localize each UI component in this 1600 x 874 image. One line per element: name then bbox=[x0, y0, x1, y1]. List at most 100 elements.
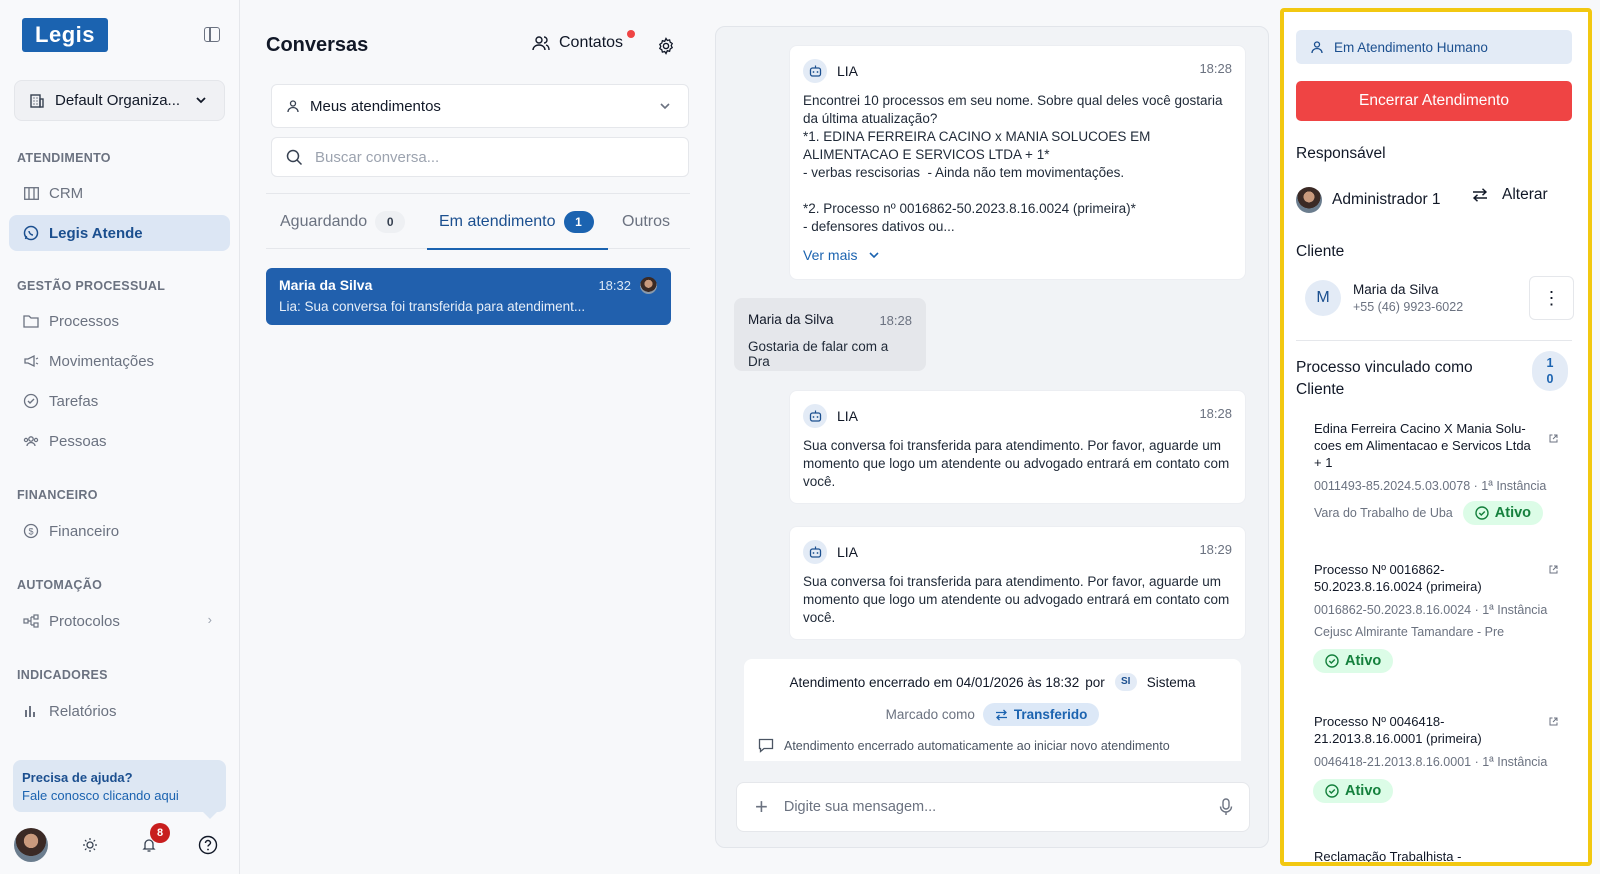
sidebar: Legis Default Organiza... ATENDIMENTO CR… bbox=[0, 0, 240, 874]
message-author: LIA bbox=[837, 63, 859, 79]
process-number: 0046418-21.2013.8.16.0001 · 1ª Instância bbox=[1314, 755, 1548, 769]
alterar-label: Alterar bbox=[1502, 186, 1548, 203]
end-attendance-button[interactable]: Encerrar Atendimento bbox=[1296, 81, 1572, 121]
microphone-icon[interactable] bbox=[1219, 798, 1233, 816]
help-link[interactable]: Fale conosco clicando aqui bbox=[22, 788, 217, 803]
message-placeholder: Digite sua mensagem... bbox=[783, 799, 937, 815]
process-number: 0011493-85.2024.5.03.0078 · 1ª Instância bbox=[1314, 479, 1547, 493]
alterar-button[interactable]: Alterar bbox=[1472, 186, 1548, 204]
building-icon bbox=[30, 93, 44, 108]
process-item[interactable]: Processo Nº 0046418-21.2013.8.16.0001 (p… bbox=[1313, 713, 1564, 803]
external-link-icon[interactable] bbox=[1549, 565, 1558, 574]
chat-panel: LIA 18:28 Encontrei 10 processos em seu … bbox=[715, 26, 1269, 848]
sidebar-item-movimentacoes[interactable]: Movimentações bbox=[9, 343, 230, 379]
attendance-filter-select[interactable]: Meus atendimentos bbox=[271, 84, 689, 128]
conversation-preview: Lia: Sua conversa foi transferida para a… bbox=[279, 299, 586, 314]
check-circle-icon bbox=[1475, 506, 1489, 520]
process-item[interactable]: Reclamação Trabalhista - bbox=[1314, 848, 1564, 864]
contatos-button[interactable]: Contatos bbox=[532, 30, 635, 52]
sidebar-item-crm[interactable]: CRM bbox=[9, 175, 230, 211]
sidebar-item-label: Movimentações bbox=[49, 352, 155, 370]
tab-outros[interactable]: Outros bbox=[622, 194, 670, 249]
bot-icon bbox=[803, 59, 827, 83]
process-item[interactable]: Processo Nº 0016862-50.2023.8.16.0024 (p… bbox=[1313, 561, 1564, 673]
check-circle-icon bbox=[1325, 784, 1339, 798]
contatos-label: Contatos bbox=[559, 34, 624, 51]
legis-logo[interactable]: Legis bbox=[22, 18, 108, 52]
status-label: Ativo bbox=[1345, 783, 1382, 799]
contacts-icon bbox=[532, 36, 550, 51]
tab-aguardando[interactable]: Aguardando 0 bbox=[280, 194, 406, 249]
message-body: Gostaria de falar com a Dra bbox=[748, 339, 889, 369]
sidebar-item-tarefas[interactable]: Tarefas bbox=[9, 383, 230, 419]
status-badge: Em Atendimento Humano bbox=[1296, 30, 1572, 64]
search-input[interactable]: Buscar conversa... bbox=[271, 137, 689, 177]
folder-icon bbox=[23, 313, 39, 329]
page-title: Conversas bbox=[266, 34, 369, 56]
theme-sun-icon[interactable] bbox=[80, 835, 100, 855]
chevron-down-icon bbox=[196, 97, 206, 104]
user-avatar[interactable] bbox=[14, 828, 48, 862]
message-body: Encontrei 10 processos em seu nome. Sobr… bbox=[803, 93, 1223, 234]
process-item[interactable]: Edina Ferreira Cacino X Mania Solu-coes … bbox=[1314, 420, 1564, 525]
transfer-tag: Transferido bbox=[982, 703, 1100, 726]
conversation-item[interactable]: Maria da Silva 18:32 Lia: Sua conversa f… bbox=[266, 268, 671, 325]
message-body: Sua conversa foi transferida para atendi… bbox=[803, 574, 1234, 625]
sidebar-item-processos[interactable]: Processos bbox=[9, 303, 230, 339]
section-indicadores: INDICADORES bbox=[17, 668, 108, 682]
message-author: LIA bbox=[837, 544, 859, 560]
search-placeholder: Buscar conversa... bbox=[315, 148, 440, 166]
sidebar-item-label: Processos bbox=[49, 312, 120, 330]
tab-label: Em atendimento bbox=[439, 212, 556, 230]
sidebar-item-pessoas[interactable]: Pessoas bbox=[9, 423, 230, 459]
sidebar-item-relatorios[interactable]: Relatórios bbox=[9, 693, 230, 729]
plus-icon[interactable]: + bbox=[755, 794, 768, 820]
section-atendimento: ATENDIMENTO bbox=[17, 151, 111, 165]
status-badge: Ativo bbox=[1462, 501, 1544, 525]
filter-value: Meus atendimentos bbox=[310, 97, 441, 115]
gear-icon[interactable] bbox=[657, 37, 675, 55]
bot-icon bbox=[803, 540, 827, 564]
external-link-icon[interactable] bbox=[1549, 717, 1558, 726]
sidebar-item-legis-atende[interactable]: Legis Atende bbox=[9, 215, 230, 251]
message-input[interactable]: + Digite sua mensagem... bbox=[736, 782, 1250, 832]
chevron-down-icon bbox=[869, 252, 880, 259]
conversation-time: 18:32 bbox=[598, 278, 631, 293]
message-author: LIA bbox=[837, 408, 859, 424]
message-bot: LIA 18:28 Encontrei 10 processos em seu … bbox=[789, 45, 1246, 280]
whatsapp-icon bbox=[23, 225, 39, 241]
tab-em-atendimento[interactable]: Em atendimento 1 bbox=[427, 194, 607, 250]
process-title: Processo Nº 0046418-21.2013.8.16.0001 (p… bbox=[1314, 714, 1482, 746]
megaphone-icon bbox=[23, 353, 39, 369]
more-options-button[interactable]: ⋮ bbox=[1529, 276, 1574, 320]
message-body: Sua conversa foi transferida para atendi… bbox=[803, 438, 1234, 489]
sidebar-item-label: CRM bbox=[49, 184, 84, 202]
sidebar-item-financeiro[interactable]: $ Financeiro bbox=[9, 513, 230, 549]
external-link-icon[interactable] bbox=[1549, 434, 1558, 443]
help-box[interactable]: Precisa de ajuda? Fale conosco clicando … bbox=[13, 760, 226, 819]
sidebar-item-protocolos[interactable]: Protocolos › bbox=[9, 603, 230, 639]
message-time: 18:28 bbox=[1199, 406, 1232, 421]
process-title: Reclamação Trabalhista - bbox=[1314, 849, 1462, 864]
closed-note: Atendimento encerrado automaticamente ao… bbox=[784, 738, 1170, 753]
help-circle-icon[interactable] bbox=[198, 835, 218, 855]
process-number: 0016862-50.2023.8.16.0024 · 1ª Instância bbox=[1314, 603, 1548, 617]
tab-count: 0 bbox=[375, 210, 406, 233]
closed-by: Sistema bbox=[1146, 674, 1196, 690]
organization-name: Default Organiza... bbox=[55, 92, 181, 109]
swap-icon bbox=[1472, 188, 1488, 202]
section-financeiro: FINANCEIRO bbox=[17, 488, 98, 502]
collapse-sidebar-icon[interactable] bbox=[204, 27, 220, 42]
check-circle-icon bbox=[1325, 654, 1339, 668]
closed-por: por bbox=[1085, 674, 1105, 690]
processos-title: Processo vinculado como Cliente bbox=[1296, 359, 1473, 398]
check-circle-icon bbox=[23, 393, 39, 409]
transfer-icon bbox=[995, 709, 1007, 720]
marked-as-label: Marcado como bbox=[885, 707, 975, 722]
columns-icon bbox=[23, 185, 39, 201]
ver-mais-label: Ver mais bbox=[803, 247, 858, 263]
ver-mais-button[interactable]: Ver mais bbox=[803, 246, 1232, 264]
status-badge: Ativo bbox=[1313, 649, 1394, 673]
organization-select[interactable]: Default Organiza... bbox=[14, 80, 225, 121]
conversation-tabs: Aguardando 0 Em atendimento 1 Outros bbox=[266, 193, 690, 250]
